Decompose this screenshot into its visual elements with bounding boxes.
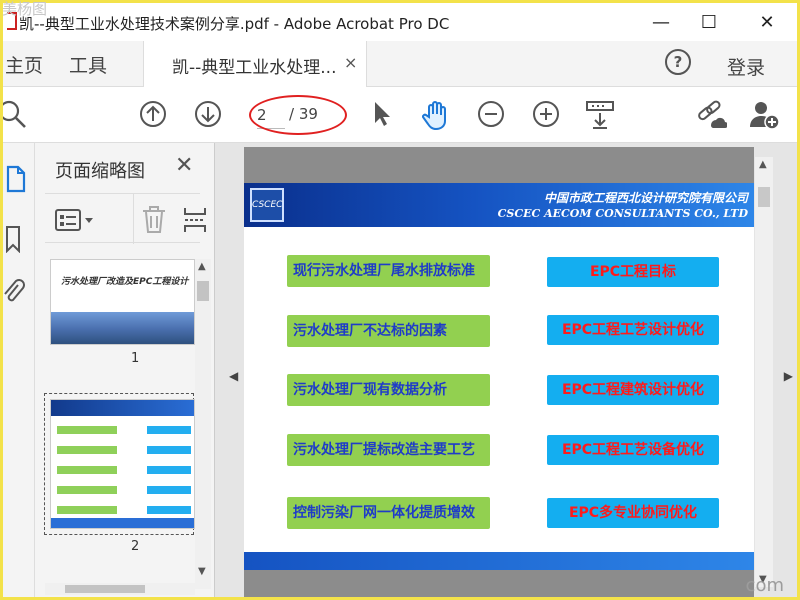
thumbnail-1-photo [51,312,194,344]
thumbnail-2-blue-box [147,486,191,494]
document-scroll-handle[interactable] [758,187,770,207]
left-topic-box: 污水处理厂提标改造主要工艺 [287,434,490,466]
expand-right-panel-icon[interactable]: ▶ [784,369,793,383]
banner-company-name-cn: 中国市政工程西北设计研究院有限公司 [543,191,748,205]
watermark-bottom-right: com [745,575,784,596]
thumbnail-2-green-box [57,466,117,474]
thumbnail-2-blue-box [147,446,191,454]
collapse-left-panel-icon[interactable]: ◀ [229,369,238,383]
select-cursor-icon[interactable] [371,99,393,133]
page-thumbnail-1[interactable]: 污水处理厂改造及EPC工程设计 [50,259,195,345]
thumbnail-panel-close-button[interactable]: ✕ [175,153,193,178]
right-topic-box: EPC工程工艺设备优化 [547,435,719,465]
right-topic-box: EPC多专业协同优化 [547,498,719,528]
scroll-up-icon[interactable]: ▲ [759,159,767,170]
thumbnail-2-green-box [57,426,117,434]
login-button[interactable]: 登录 [727,53,765,80]
right-topic-box: EPC工程工艺设计优化 [547,315,719,345]
window-title: 凯--典型工业水处理技术案例分享.pdf - Adobe Acrobat Pro… [19,15,450,33]
thumbnail-hscroll-handle[interactable] [65,585,145,593]
search-icon[interactable] [0,99,29,133]
thumbnail-2-blue-box [147,466,191,474]
thumbnail-panel-title: 页面缩略图 [55,161,145,182]
document-vertical-scrollbar[interactable]: ▲ ▼ [755,157,773,587]
thumbnail-2-header [51,400,194,416]
thumbnail-1-page-number: 1 [131,351,140,366]
page-bottom-band [244,570,754,597]
minimize-button[interactable]: — [639,7,683,37]
slide-banner: CSCEC 中国市政工程西北设计研究院有限公司 CSCEC AECOM CONS… [244,183,754,227]
next-page-icon[interactable] [194,99,222,133]
document-view: ◀ CSCEC 中国市政工程西北设计研究院有限公司 CSCEC AECOM CO… [215,143,797,597]
zoom-out-icon[interactable] [477,99,505,133]
title-bar: 凯--典型工业水处理技术案例分享.pdf - Adobe Acrobat Pro… [3,3,797,41]
page-top-band [244,147,754,183]
maximize-button[interactable]: ☐ [687,7,731,37]
thumbnail-2-blue-box [147,506,191,514]
help-button[interactable]: ? [665,49,691,75]
thumbnail-1-title: 污水处理厂改造及EPC工程设计 [61,277,189,287]
pdf-page: CSCEC 中国市政工程西北设计研究院有限公司 CSCEC AECOM CONS… [244,147,754,597]
left-topic-box: 污水处理厂现有数据分析 [287,374,490,406]
slide-footer-band [244,552,754,570]
thumbnail-options-icon[interactable] [55,208,99,236]
thumbnail-vertical-scrollbar[interactable]: ▲ ▼ [195,259,211,589]
right-topic-box: EPC工程目标 [547,257,719,287]
left-topic-box: 控制污染厂网一体化提质增效 [287,497,490,529]
document-tab-label: 凯--典型工业水处理... [172,58,337,78]
thumbnail-2-footer [51,518,194,528]
company-logo: CSCEC [250,188,284,222]
page-thumbnail-2[interactable] [50,399,195,529]
document-tab[interactable]: 凯--典型工业水处理... × [143,41,367,87]
right-topic-box: EPC工程建筑设计优化 [547,375,719,405]
thumbnail-2-page-number: 2 [131,539,140,554]
add-user-icon[interactable] [749,99,781,135]
zoom-in-icon[interactable] [532,99,560,133]
thumbnail-scroll-handle[interactable] [197,281,209,301]
close-window-button[interactable]: ✕ [745,7,789,37]
left-topic-box: 污水处理厂不达标的因素 [287,315,490,347]
delete-page-icon[interactable] [141,206,167,238]
red-annotation-ellipse [249,95,347,135]
thumbnail-2-blue-box [147,426,191,434]
left-navigation-rail [3,143,35,597]
thumbnail-panel: 页面缩略图 ✕ 污水处理厂改造及EPC工程设计 1 2 ▲ ▼ [35,143,215,597]
previous-page-icon[interactable] [139,99,167,133]
hand-tool-icon[interactable] [421,99,451,135]
menu-tab-bar: 主页 工具 凯--典型工业水处理... × ? 登录 [3,41,797,87]
thumbnail-2-green-box [57,486,117,494]
scroll-up-icon[interactable]: ▲ [198,261,206,272]
thumbnail-horizontal-scrollbar[interactable] [45,583,195,595]
tab-home[interactable]: 主页 [5,51,43,78]
left-topic-box: 现行污水处理厂尾水排放标准 [287,255,490,287]
scroll-mode-icon[interactable] [585,99,615,135]
bookmark-icon[interactable] [5,225,23,257]
banner-company-name-en: CSCEC AECOM CONSULTANTS CO., LTD [497,207,748,220]
tab-tools[interactable]: 工具 [69,51,107,78]
watermark-top-left: 美杨图 [2,0,48,18]
toolbar-divider [133,194,134,244]
document-tab-close-button[interactable]: × [344,53,357,72]
scroll-down-icon[interactable]: ▼ [198,566,206,577]
thumbnail-2-green-box [57,506,117,514]
share-link-icon[interactable] [695,99,728,135]
page-thumbnails-icon[interactable] [5,165,27,197]
thumbnail-2-green-box [57,446,117,454]
main-toolbar: / 39 [0,87,797,143]
insert-page-icon[interactable] [183,206,207,238]
thumbnail-tools [45,193,206,244]
attachment-icon[interactable] [3,277,25,311]
